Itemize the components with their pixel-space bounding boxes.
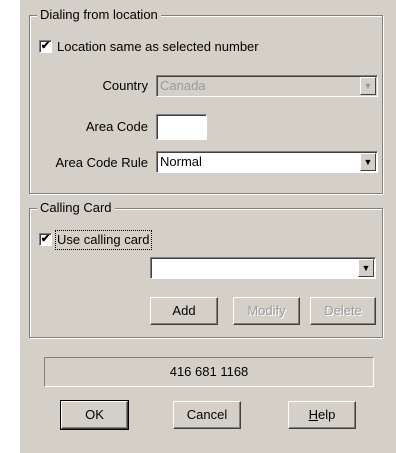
phone-number-display: 416 681 1168 (44, 357, 374, 387)
delete-button[interactable]: Delete (310, 297, 376, 325)
dialing-location-legend: Dialing from location (37, 7, 161, 23)
phone-number-text: 416 681 1168 (169, 364, 249, 379)
country-select[interactable]: Canada ▼ (156, 75, 378, 97)
modify-button-label: Modify (247, 303, 286, 318)
calling-card-select[interactable]: ▼ (150, 257, 376, 279)
ok-button-label: OK (85, 407, 104, 422)
country-label: Country (102, 78, 148, 93)
same-location-label[interactable]: Location same as selected number (57, 39, 259, 55)
help-button[interactable]: Help (288, 401, 356, 429)
country-dropdown-icon[interactable]: ▼ (360, 77, 376, 95)
use-calling-card-checkbox[interactable]: ✔ (39, 233, 52, 246)
help-button-mnemonic: H (308, 407, 319, 422)
help-button-label: elp (318, 407, 336, 422)
area-code-label: Area Code (85, 119, 148, 134)
dialing-location-group: Dialing from location ✔ Location same as… (29, 7, 383, 194)
ok-button[interactable]: OK (60, 400, 129, 430)
cancel-button-label: Cancel (186, 407, 228, 422)
area-code-rule-dropdown-icon[interactable]: ▼ (360, 153, 376, 171)
modify-button[interactable]: Modify (233, 297, 300, 325)
check-icon: ✔ (40, 233, 51, 245)
calling-card-dropdown-icon[interactable]: ▼ (358, 259, 374, 277)
country-value: Canada (160, 78, 206, 93)
dialog-panel: Dialing from location ✔ Location same as… (20, 0, 396, 453)
add-button-label: Add (172, 303, 196, 318)
add-button[interactable]: Add (150, 297, 218, 325)
same-location-checkbox[interactable]: ✔ (39, 40, 52, 53)
area-code-rule-select[interactable]: Normal ▼ (156, 151, 378, 173)
use-calling-card-label[interactable]: Use calling card (55, 230, 152, 250)
calling-card-legend: Calling Card (37, 200, 115, 216)
delete-button-label: Delete (324, 303, 362, 318)
area-code-rule-label: Area Code Rule (55, 155, 149, 170)
calling-card-group: Calling Card ✔ Use calling card ▼ Add Mo… (29, 200, 383, 338)
area-code-input[interactable] (156, 114, 207, 140)
area-code-rule-value: Normal (160, 154, 202, 169)
check-icon: ✔ (40, 40, 51, 52)
cancel-button[interactable]: Cancel (173, 401, 241, 429)
